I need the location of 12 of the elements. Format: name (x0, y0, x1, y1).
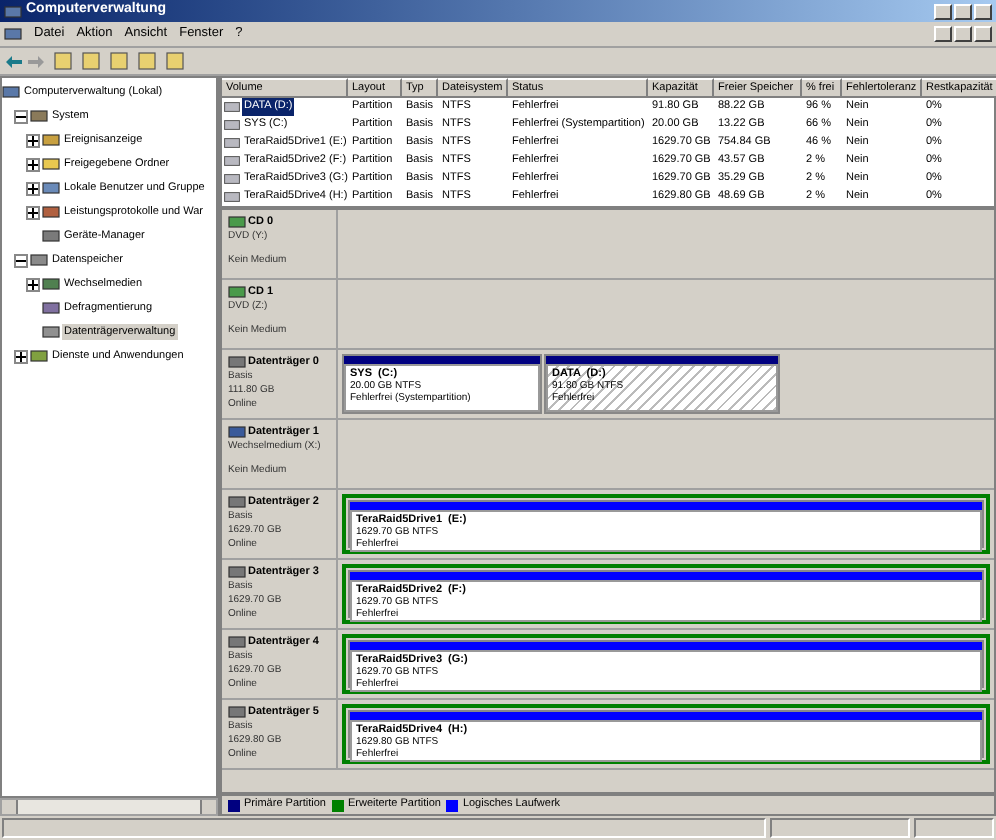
expand-icon[interactable] (26, 157, 40, 171)
maximize-button[interactable] (954, 3, 972, 19)
back-icon[interactable] (6, 55, 22, 67)
horizontal-scrollbar[interactable] (0, 798, 218, 816)
expand-icon[interactable] (14, 349, 28, 363)
expand-icon[interactable] (26, 277, 40, 291)
expand-icon[interactable] (26, 205, 40, 219)
expand-icon[interactable] (26, 133, 40, 147)
collapse-icon[interactable] (14, 109, 28, 123)
restore-button[interactable] (954, 26, 972, 42)
expand-icon[interactable] (26, 181, 40, 195)
collapse-icon[interactable] (14, 253, 28, 267)
